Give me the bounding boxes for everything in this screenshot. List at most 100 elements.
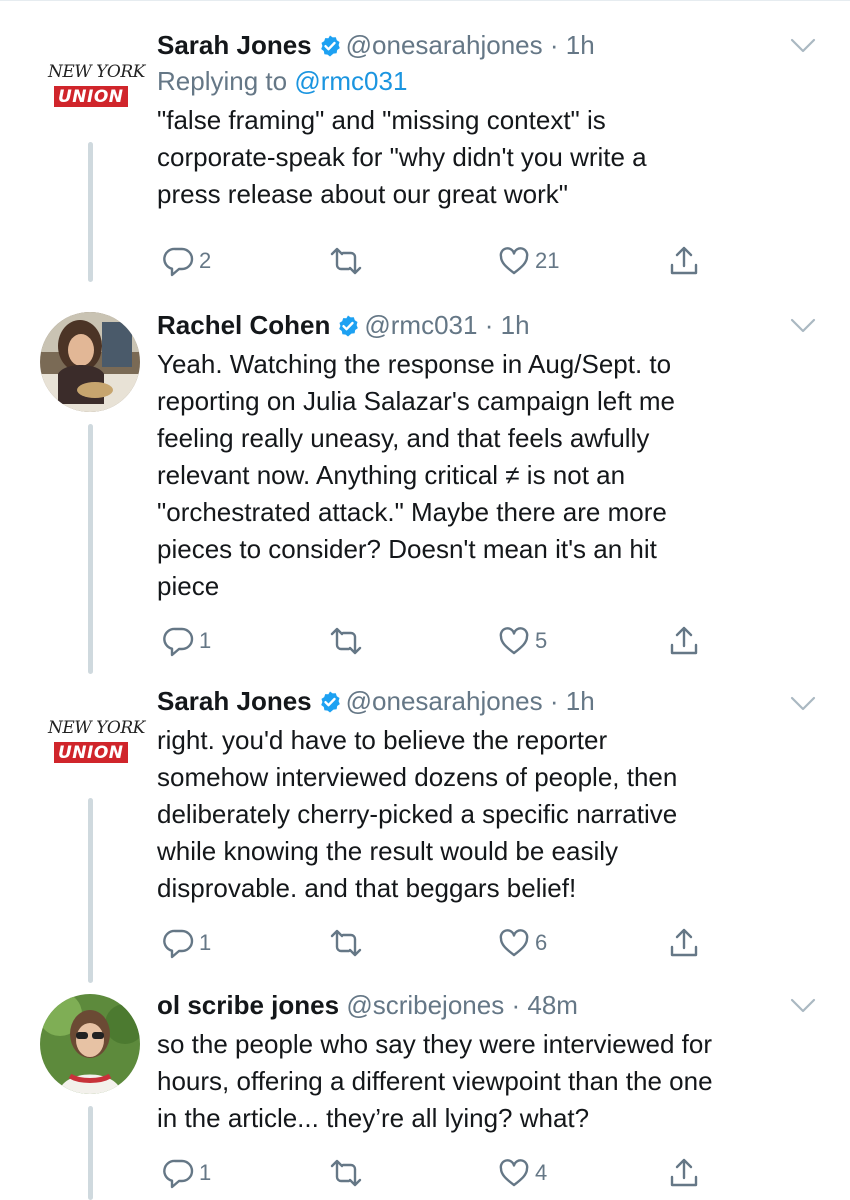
share-icon (670, 1158, 698, 1187)
avatar[interactable]: NEW YORK UNION (44, 62, 145, 122)
reply-button[interactable]: 1 (161, 1156, 211, 1190)
tweet-content: ol scribe jones @scribejones · 48m so th… (157, 988, 817, 1137)
share-icon (670, 626, 698, 655)
reply-button[interactable]: 1 (161, 926, 211, 960)
like-count: 6 (535, 930, 548, 955)
retweet-button[interactable] (327, 926, 369, 960)
chevron-down-icon[interactable] (790, 318, 816, 334)
tweet[interactable]: ol scribe jones @scribejones · 48m so th… (0, 972, 850, 1200)
author-name[interactable]: Rachel Cohen (157, 310, 330, 340)
union-logo-badge: UNION (54, 742, 128, 763)
like-button[interactable]: 5 (497, 624, 547, 658)
tweet-actions: 1 6 (157, 926, 717, 966)
tweet[interactable]: NEW YORK UNION Sarah Jones @onesarahjones… (0, 0, 850, 300)
tweet-content: Sarah Jones @onesarahjones · 1h right. yo… (157, 684, 817, 907)
share-button[interactable] (667, 624, 701, 658)
union-logo-badge: UNION (54, 86, 128, 107)
tweet-text: so the people who say they were intervie… (157, 1029, 713, 1133)
reply-count: 1 (199, 1160, 212, 1185)
tweet[interactable]: Rachel Cohen @rmc031 · 1h Yeah. Watching … (0, 300, 850, 674)
tweet-content: Rachel Cohen @rmc031 · 1h Yeah. Watching … (157, 308, 817, 605)
author-name[interactable]: Sarah Jones (157, 30, 312, 60)
author-handle[interactable]: @scribejones (346, 990, 504, 1020)
tweet-actions: 2 21 (157, 244, 717, 284)
reply-count: 1 (199, 930, 212, 955)
like-button[interactable]: 21 (497, 244, 559, 278)
chevron-down-icon[interactable] (790, 998, 816, 1014)
tweet-time[interactable]: 1h (566, 30, 595, 60)
avatar[interactable]: NEW YORK UNION (44, 718, 145, 778)
avatar-photo-image (40, 312, 140, 412)
tweet-text: Yeah. Watching the response in Aug/Sept.… (157, 349, 676, 601)
share-button[interactable] (667, 926, 701, 960)
tweet[interactable]: NEW YORK UNION Sarah Jones @onesarahjones… (0, 672, 850, 983)
author-name[interactable]: Sarah Jones (157, 686, 312, 716)
replying-to-link[interactable]: @rmc031 (294, 66, 407, 96)
replying-prefix: Replying to (157, 66, 295, 96)
retweet-icon (330, 929, 362, 957)
verified-badge-icon (320, 35, 340, 57)
tweet-gutter: NEW YORK UNION (0, 0, 145, 300)
author-handle[interactable]: @rmc031 (364, 310, 477, 340)
tweet-actions: 1 4 (157, 1156, 717, 1196)
share-icon (670, 246, 698, 275)
retweet-icon (330, 627, 362, 655)
reply-count: 1 (199, 628, 212, 653)
tweet-time[interactable]: 48m (527, 990, 578, 1020)
reply-icon (163, 247, 194, 277)
tweet-gutter (0, 300, 145, 674)
like-button[interactable]: 4 (497, 1156, 547, 1190)
retweet-button[interactable] (327, 624, 369, 658)
replying-to: Replying to @rmc031 (157, 64, 817, 98)
reply-icon (163, 929, 194, 959)
like-count: 4 (535, 1160, 548, 1185)
like-button[interactable]: 6 (497, 926, 547, 960)
chevron-down-icon[interactable] (790, 696, 816, 712)
reply-button[interactable]: 1 (161, 624, 211, 658)
separator-dot: · (549, 686, 559, 716)
author-handle[interactable]: @onesarahjones (346, 686, 543, 716)
retweet-button[interactable] (327, 244, 369, 278)
thread-line (88, 798, 93, 983)
like-icon (499, 247, 529, 275)
share-button[interactable] (667, 244, 701, 278)
tweet-gutter (0, 972, 145, 1200)
like-count: 21 (535, 248, 560, 273)
like-icon (499, 627, 529, 655)
like-icon (499, 1159, 529, 1187)
retweet-icon (330, 247, 362, 275)
new-york-logo-text: NEW YORK (48, 718, 145, 738)
tweet-content: Sarah Jones @onesarahjones · 1h Replying … (157, 28, 817, 213)
tweet-header: ol scribe jones @scribejones · 48m (157, 988, 817, 1022)
chevron-down-icon[interactable] (790, 38, 816, 54)
separator-dot: · (511, 990, 521, 1020)
author-handle[interactable]: @onesarahjones (346, 30, 543, 60)
new-york-logo-text: NEW YORK (48, 62, 145, 82)
verified-badge-icon (320, 691, 340, 713)
tweet-time[interactable]: 1h (501, 310, 530, 340)
tweet-time[interactable]: 1h (566, 686, 595, 716)
reply-count: 2 (199, 248, 212, 273)
like-count: 5 (535, 628, 548, 653)
share-button[interactable] (667, 1156, 701, 1190)
tweet-text: right. you'd have to believe the reporte… (157, 725, 678, 903)
separator-dot: · (484, 310, 494, 340)
avatar[interactable] (40, 994, 140, 1094)
author-name[interactable]: ol scribe jones (157, 990, 339, 1020)
avatar[interactable] (40, 312, 140, 412)
thread-line (88, 1106, 93, 1200)
reply-icon (163, 1159, 194, 1189)
thread-line (88, 142, 93, 282)
verified-badge-icon (339, 315, 359, 337)
tweet-text: "false framing" and "missing context" is… (157, 105, 647, 209)
avatar-photo-image (40, 994, 140, 1094)
tweet-gutter: NEW YORK UNION (0, 672, 145, 983)
tweet-header: Sarah Jones @onesarahjones · 1h (157, 28, 817, 62)
tweet-header: Sarah Jones @onesarahjones · 1h (157, 684, 817, 718)
reply-icon (163, 627, 194, 657)
like-icon (499, 929, 529, 957)
share-icon (670, 928, 698, 957)
separator-dot: · (549, 30, 559, 60)
reply-button[interactable]: 2 (161, 244, 211, 278)
retweet-button[interactable] (327, 1156, 369, 1190)
